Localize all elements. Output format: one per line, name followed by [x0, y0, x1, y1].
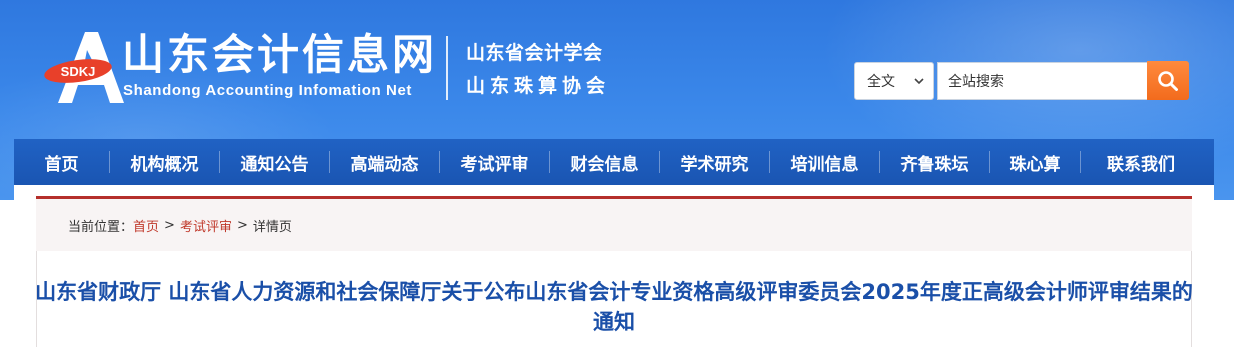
chevron-down-icon [914, 78, 924, 85]
logo-divider [446, 36, 448, 100]
org-abacus-association: 山东珠算协会 [466, 75, 611, 97]
search-icon [1158, 70, 1178, 91]
nav-item-training[interactable]: 培训信息 [770, 139, 879, 185]
search-placeholder: 全站搜索 [948, 74, 1004, 90]
org-accounting-society: 山东省会计学会 [466, 42, 603, 64]
breadcrumb-home-link[interactable]: 首页 [133, 216, 159, 235]
nav-item-home[interactable]: 首页 [14, 139, 109, 185]
breadcrumb-section-link[interactable]: 考试评审 [180, 216, 232, 235]
article-title: 山东省财政厅 山东省人力资源和社会保障厅关于公布山东省会计专业资格高级评审委员会… [35, 280, 1193, 334]
breadcrumb-separator: > [164, 217, 175, 233]
content-area: 当前位置： 首页 > 考试评审 > 详情页 山东省财政厅 山东省人力资源和社会保… [14, 185, 1214, 347]
nav-item-mental-abacus[interactable]: 珠心算 [990, 139, 1080, 185]
nav-item-accounting-info[interactable]: 财会信息 [550, 139, 659, 185]
nav-item-exams[interactable]: 考试评审 [440, 139, 549, 185]
breadcrumb: 当前位置： 首页 > 考试评审 > 详情页 [36, 196, 1192, 251]
nav-item-research[interactable]: 学术研究 [660, 139, 769, 185]
logo-badge-text: SDKJ [61, 64, 96, 79]
breadcrumb-current: 详情页 [252, 219, 292, 235]
search-scope-value: 全文 [867, 74, 895, 90]
nav-item-notices[interactable]: 通知公告 [220, 139, 329, 185]
nav-item-qilu-abacus[interactable]: 齐鲁珠坛 [880, 139, 989, 185]
search-scope-select[interactable]: 全文 [854, 62, 934, 100]
search-input[interactable]: 全站搜索 [937, 62, 1148, 100]
nav-item-about[interactable]: 机构概况 [110, 139, 219, 185]
search-button[interactable] [1147, 61, 1189, 100]
site-name-english: Shandong Accounting Infomation Net [123, 82, 412, 99]
breadcrumb-separator: > [236, 217, 248, 233]
site-name[interactable]: 山东会计信息网 [122, 30, 437, 80]
site-logo-icon[interactable]: SDKJ [40, 30, 130, 105]
nav-item-contact[interactable]: 联系我们 [1081, 139, 1201, 185]
main-nav: 首页 机构概况 通知公告 高端动态 考试评审 财会信息 学术研究 培训信息 齐鲁… [14, 139, 1214, 185]
nav-item-high-end-news[interactable]: 高端动态 [330, 139, 439, 185]
breadcrumb-prefix: 当前位置： [68, 219, 134, 235]
